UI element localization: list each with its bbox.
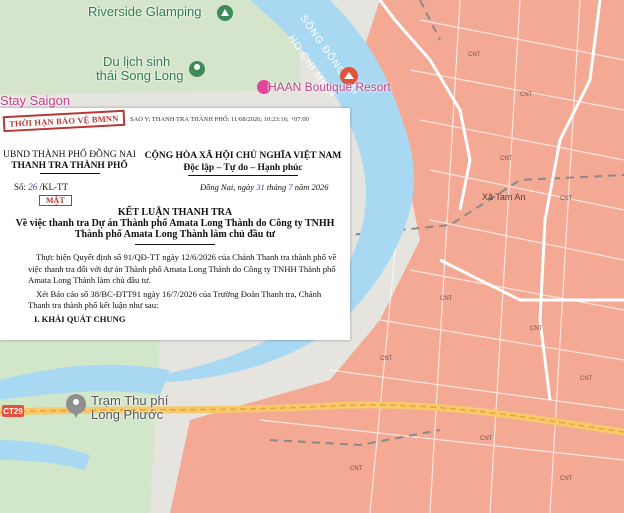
- svg-text:CNT: CNT: [530, 326, 543, 332]
- svg-text:CNT: CNT: [350, 466, 363, 472]
- national-heading: CỘNG HÒA XÃ HỘI CHỦ NGHĨA VIỆT NAM Độc l…: [136, 150, 350, 176]
- svg-text:CNT: CNT: [560, 476, 573, 482]
- svg-text:CNT: CNT: [520, 92, 533, 98]
- agency-underline: [39, 173, 100, 174]
- inspection-document: THỜI HẠN BẢO VỆ BMNN SAO Y; THANH TRA TH…: [0, 108, 350, 340]
- svg-text:CNT: CNT: [580, 376, 593, 382]
- svg-text:CNT: CNT: [560, 196, 573, 202]
- eco-tourism-label-line1[interactable]: Du lịch sinh: [103, 54, 170, 69]
- document-title: KẾT LUẬN THANH TRA: [117, 207, 233, 218]
- date-mid: tháng: [264, 182, 289, 192]
- protection-period-stamp: THỜI HẠN BẢO VỆ BMNN: [2, 109, 125, 133]
- body-paragraph-1: Thực hiện Quyết định số 91/QĐ-TT ngày 12…: [28, 252, 337, 286]
- svg-text:CNT: CNT: [500, 156, 513, 162]
- svg-text:CNT: CNT: [380, 356, 393, 362]
- body-paragraph-2: Xét Báo cáo số 38/BC-ĐTT91 ngày 16/7/202…: [28, 288, 322, 311]
- issuing-agency: UBND THÀNH PHỐ ĐỒNG NAI THANH TRA THÀNH …: [2, 150, 137, 174]
- document-number: Số: 26 /KL-TT: [14, 182, 68, 192]
- svg-text:CNT: CNT: [440, 296, 453, 302]
- section-heading-1: I. KHÁI QUÁT CHUNG: [34, 313, 126, 324]
- secret-stamp: MẬT: [39, 195, 72, 206]
- document-date: Đồng Nai, ngày 31 tháng 7 năm 2026: [200, 182, 328, 192]
- eco-tourism-label-line2[interactable]: thái Song Long: [96, 68, 183, 83]
- number-prefix: Số:: [14, 182, 29, 192]
- date-day: 31: [256, 182, 265, 192]
- toll-station-label-line1[interactable]: Trạm Thu phí: [91, 393, 168, 408]
- document-body: Thực hiện Quyết định số 91/QĐ-TT ngày 12…: [28, 252, 344, 328]
- date-prefix: Đồng Nai, ngày: [200, 182, 257, 192]
- stay-saigon-label[interactable]: Stay Saigon: [0, 93, 70, 108]
- toll-station-label-line2[interactable]: Long Phước: [91, 407, 163, 422]
- motto-underline: [188, 175, 298, 176]
- riverside-glamping-label[interactable]: Riverside Glamping: [88, 4, 201, 19]
- country-name: CỘNG HÒA XÃ HỘI CHỦ NGHĨA VIỆT NAM: [144, 151, 342, 161]
- agency-line2: THANH TRA THÀNH PHỐ: [11, 161, 128, 171]
- document-subtitle-line1: Về việc thanh tra Dự án Thành phố Amata …: [15, 218, 335, 229]
- number-handwritten: 26: [28, 182, 38, 192]
- national-motto: Độc lập – Tự do – Hạnh phúc: [183, 163, 303, 173]
- number-suffix: /KL-TT: [37, 182, 69, 192]
- ecotourism-pin-dot: [194, 64, 200, 70]
- date-suffix: năm 2026: [292, 182, 329, 192]
- haan-resort-label[interactable]: HAAN Boutique Resort: [268, 80, 391, 94]
- title-underline: [135, 244, 215, 245]
- agency-line1: UBND THÀNH PHỐ ĐỒNG NAI: [3, 150, 136, 160]
- document-subtitle-line2: Thành phố Amata Long Thành làm chủ đầu t…: [74, 229, 276, 240]
- tam-an-label: Xã Tam An: [482, 192, 525, 202]
- route-label: CT29: [3, 407, 23, 416]
- svg-text:CNT: CNT: [480, 436, 493, 442]
- svg-text:CNT: CNT: [468, 52, 481, 58]
- document-title-block: KẾT LUẬN THANH TRA Về việc thanh tra Dự …: [0, 207, 350, 245]
- copy-signature-line: SAO Y; THANH TRA THÀNH PHỐ; 11/08/2026; …: [130, 116, 309, 123]
- toll-pin-dot: [73, 399, 79, 405]
